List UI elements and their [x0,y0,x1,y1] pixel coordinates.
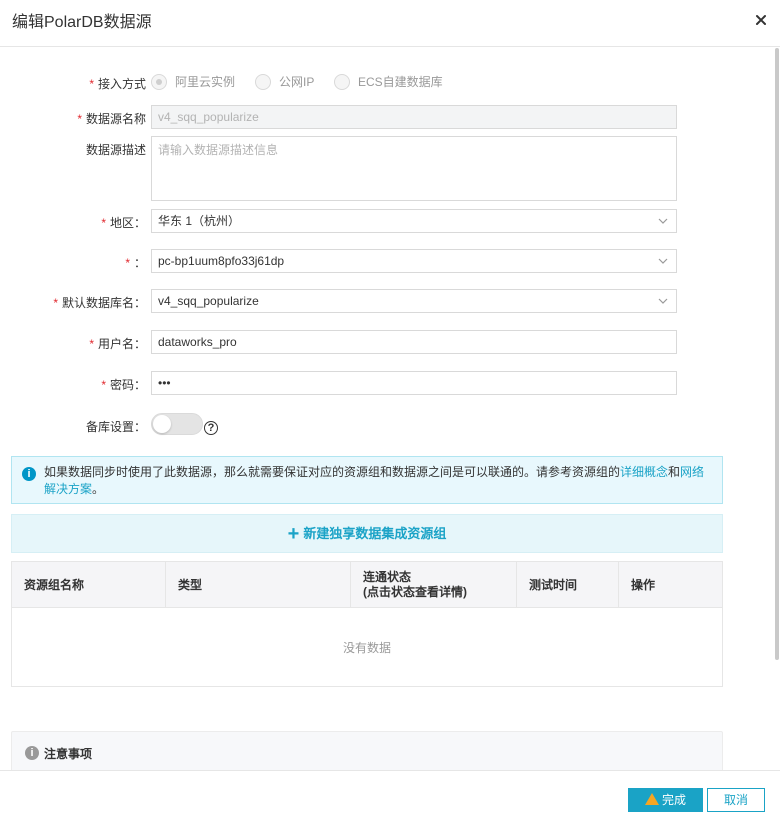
radio-label: 阿里云实例 [175,75,236,89]
dialog-body: * 接入方式 阿里云实例 公网IP ECS自建数据库 * 数据源名称 v4_sqq_… [0,48,780,770]
required-mark: * [77,112,82,126]
username-label: 用户名： [97,337,146,351]
status-line2: (点击状态查看详情) [363,585,467,599]
dialog-header: 编辑PolarDB数据源 [0,0,780,47]
backup-label: 备库设置： [85,420,146,434]
radio-dot [255,73,271,90]
required-mark: * [101,216,106,230]
default-db-value: v4_sqq_popularize [158,294,259,308]
dialog-footer: 完成 取消 [0,770,780,829]
password-row: * 密码： ••• [0,371,780,395]
description-label: 数据源描述 [85,143,146,157]
table-empty-text: 没有数据 [342,641,391,655]
cluster-value: pc-bp1uum8pfo33j61dp [158,254,285,268]
info-text-part: 和 [668,465,681,479]
description-textarea[interactable]: 请输入数据源描述信息 [151,136,677,201]
column-header-label: 连通状态 (点击状态查看详情) [363,570,467,600]
username-input[interactable]: dataworks_pro [151,330,677,354]
scrollbar[interactable] [775,48,779,660]
info-text-part: 。 [92,482,105,496]
region-row: * 地区： 华东 1（杭州） [0,209,780,233]
cluster-label: ： [133,256,146,270]
password-input[interactable]: ••• [151,371,677,395]
info-text: 如果数据同步时使用了此数据源，那么就需要保证对应的资源组和数据源之间是可以联通的… [44,464,716,498]
cancel-button[interactable]: 取消 [707,788,765,812]
chevron-down-icon [658,298,668,304]
cluster-select[interactable]: pc-bp1uum8pfo33j61dp [151,249,677,273]
column-header-label: 测试时间 [529,577,578,592]
name-label: 数据源名称 [85,112,146,126]
column-header-label: 操作 [631,577,656,592]
name-row: * 数据源名称 v4_sqq_popularize [0,105,780,129]
radio-ecs-db[interactable]: ECS自建数据库 [334,73,443,90]
close-icon[interactable] [754,13,768,27]
complete-label: 完成 [661,793,686,807]
link-detail-concept[interactable]: 详细概念 [620,465,668,479]
password-label: 密码： [109,378,146,392]
default-db-select[interactable]: v4_sqq_popularize [151,289,677,313]
radio-label: 公网IP [279,75,315,89]
column-header-label: 类型 [178,577,203,592]
required-mark: * [89,77,94,91]
datasource-name-input[interactable]: v4_sqq_popularize [151,105,677,129]
new-resource-group-label: 新建独享数据集成资源组 [303,526,447,541]
table-header: 资源组名称 类型 连通状态 (点击状态查看详情) 测试时间 操作 [12,562,722,608]
resource-group-table: 资源组名称 类型 连通状态 (点击状态查看详情) 测试时间 操作 没有数据 [11,561,723,687]
toggle-knob [153,415,171,433]
required-mark: * [53,296,58,310]
access-mode-row: * 接入方式 阿里云实例 公网IP ECS自建数据库 [0,73,780,91]
backup-row: 备库设置： ? [0,413,780,437]
region-value: 华东 1（杭州） [158,214,241,228]
column-header-test-time: 测试时间 [517,562,619,608]
cluster-row: *： pc-bp1uum8pfo33j61dp [0,249,780,273]
column-header-type: 类型 [166,562,351,608]
notice-title: 注意事项 [44,747,93,761]
radio-aliyun-instance[interactable]: 阿里云实例 [151,73,235,90]
status-line1: 连通状态 [363,570,412,584]
dialog-title: 编辑PolarDB数据源 [12,14,152,31]
chevron-down-icon [658,258,668,264]
required-mark: * [101,378,106,392]
edit-datasource-dialog: 编辑PolarDB数据源 * 接入方式 阿里云实例 公网IP ECS自建数据库 *… [0,0,780,829]
chevron-down-icon [658,218,668,224]
warning-icon [644,793,659,805]
info-icon: i [22,467,36,481]
info-icon: i [25,746,39,760]
backup-toggle[interactable] [151,413,203,435]
help-icon[interactable]: ? [204,421,218,435]
description-row: 数据源描述 请输入数据源描述信息 [0,136,780,201]
column-header-actions: 操作 [619,562,722,608]
default-db-label: 默认数据库名： [61,296,146,310]
radio-label: ECS自建数据库 [358,75,443,89]
radio-dot [334,73,350,90]
username-row: * 用户名： dataworks_pro [0,330,780,354]
column-header-label: 资源组名称 [24,577,85,592]
notice-panel: i 注意事项 [11,731,723,770]
region-label: 地区： [109,216,146,230]
region-select[interactable]: 华东 1（杭州） [151,209,677,233]
complete-button[interactable]: 完成 [628,788,703,812]
new-resource-group-button[interactable]: + 新建独享数据集成资源组 [11,514,723,553]
plus-icon: + [287,523,300,545]
default-db-row: * 默认数据库名： v4_sqq_popularize [0,289,780,313]
required-mark: * [125,256,130,270]
column-header-name: 资源组名称 [12,562,166,608]
radio-public-ip[interactable]: 公网IP [255,73,314,90]
connectivity-info-banner: i 如果数据同步时使用了此数据源，那么就需要保证对应的资源组和数据源之间是可以联… [11,456,723,504]
access-mode-label: 接入方式 [97,77,146,91]
radio-dot [151,73,167,90]
column-header-status: 连通状态 (点击状态查看详情) [351,562,517,608]
info-text-part: 如果数据同步时使用了此数据源，那么就需要保证对应的资源组和数据源之间是可以联通的… [44,465,621,479]
required-mark: * [89,337,94,351]
